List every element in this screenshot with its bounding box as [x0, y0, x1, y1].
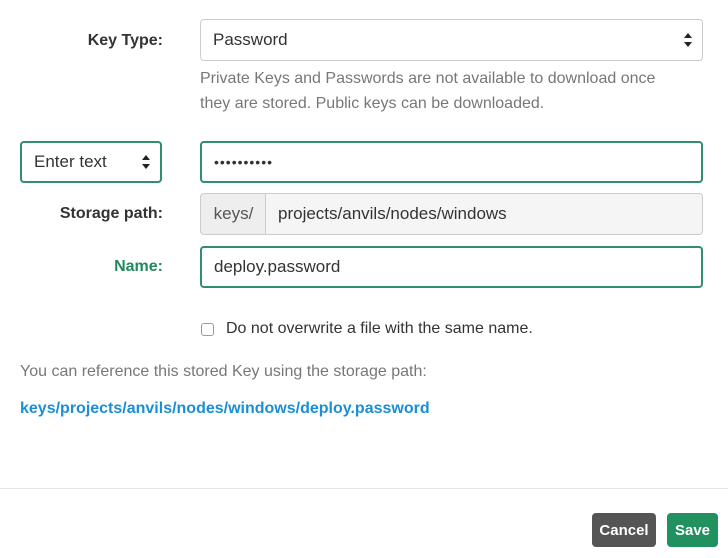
cancel-button[interactable]: Cancel [592, 513, 656, 547]
key-type-select[interactable]: Password [200, 19, 703, 61]
storage-path-link[interactable]: keys/projects/anvils/nodes/windows/deplo… [20, 400, 430, 418]
storage-path-input[interactable]: projects/anvils/nodes/windows [265, 193, 703, 235]
save-button[interactable]: Save [667, 513, 718, 547]
key-type-label: Key Type: [87, 32, 163, 49]
input-mode-value: Enter text [34, 152, 107, 171]
name-value: deploy.password [214, 257, 341, 276]
key-type-value: Password [213, 30, 288, 49]
name-input[interactable]: deploy.password [200, 246, 703, 288]
storage-path-label: Storage path: [59, 205, 163, 222]
password-input[interactable]: •••••••••• [200, 141, 703, 183]
storage-path-value: projects/anvils/nodes/windows [278, 204, 507, 223]
footer-divider [0, 488, 728, 489]
select-arrows-icon [684, 33, 692, 47]
storage-path-prefix: keys/ [200, 193, 266, 235]
overwrite-label[interactable]: Do not overwrite a file with the same na… [226, 320, 533, 338]
key-type-help-text: Private Keys and Passwords are not avail… [200, 70, 656, 112]
select-arrows-icon [142, 155, 150, 169]
overwrite-checkbox[interactable] [201, 323, 214, 336]
name-label: Name: [114, 258, 163, 275]
input-mode-select[interactable]: Enter text [20, 141, 162, 183]
password-value: •••••••••• [214, 154, 274, 170]
reference-text: You can reference this stored Key using … [20, 363, 427, 380]
